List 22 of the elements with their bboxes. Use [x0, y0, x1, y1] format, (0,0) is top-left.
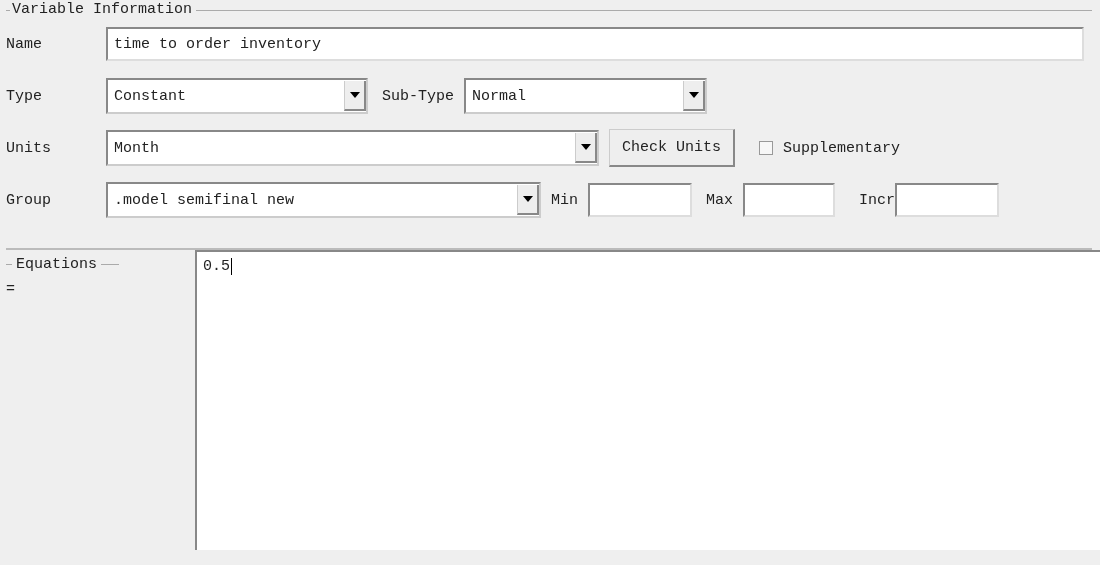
field-label: Name: [6, 35, 43, 53]
section-title: Equations: [16, 256, 97, 273]
field-label: Group: [6, 191, 52, 209]
checkbox-label: Supplementary: [783, 139, 901, 157]
check-units-button[interactable]: Check Units: [609, 129, 736, 167]
name-field[interactable]: time to order inventory: [106, 27, 1084, 61]
field-label: Units: [6, 139, 52, 157]
field-label: Max: [706, 191, 734, 209]
field-label: Sub-Type: [382, 87, 454, 105]
incr-field[interactable]: [895, 183, 1000, 217]
units-dropdown[interactable]: Month: [106, 130, 599, 166]
min-field[interactable]: [588, 183, 692, 217]
field-label: Incr: [859, 191, 896, 209]
max-field[interactable]: [743, 183, 836, 217]
equals-sign: =: [6, 281, 16, 298]
checkbox[interactable]: [759, 141, 774, 155]
type-dropdown[interactable]: Constant: [106, 78, 368, 114]
group-dropdown[interactable]: .model semifinal new: [106, 182, 541, 218]
field-label: Type: [6, 87, 43, 105]
equation-editor[interactable]: 0.5: [195, 250, 1100, 550]
sub-type-dropdown[interactable]: Normal: [464, 78, 707, 114]
field-label: Min: [551, 191, 578, 209]
